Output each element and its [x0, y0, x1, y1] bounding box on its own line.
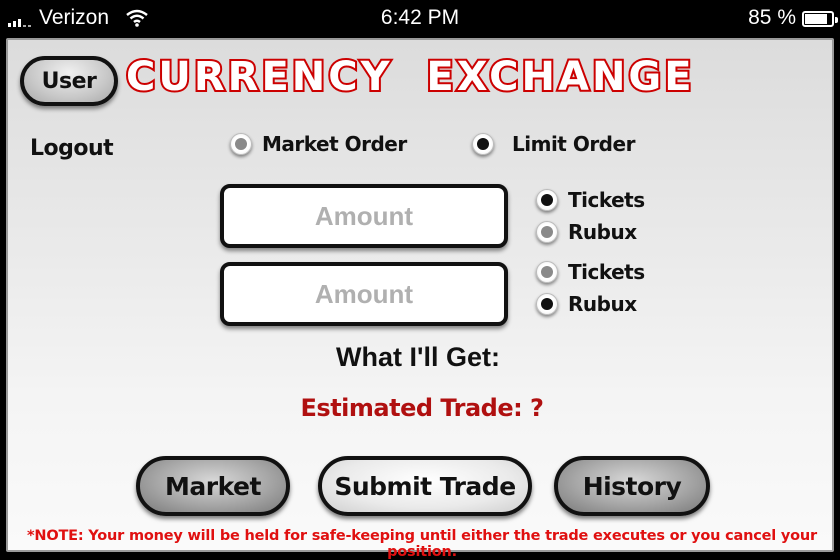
logout-link[interactable]: Logout	[30, 136, 114, 161]
submit-trade-button[interactable]: Submit Trade	[318, 456, 532, 516]
input-1-currency-tickets[interactable]: Tickets	[536, 188, 645, 212]
status-right: 85 %	[748, 6, 838, 30]
amount-input-1[interactable]	[224, 188, 504, 244]
amount-input-1-box[interactable]	[220, 184, 508, 248]
input-2-currency-tickets[interactable]: Tickets	[536, 260, 645, 284]
status-time: 6:42 PM	[380, 6, 460, 29]
input-2-rubux-radio[interactable]	[536, 293, 558, 315]
input-1-currency-rubux[interactable]: Rubux	[536, 220, 637, 244]
market-button[interactable]: Market	[136, 456, 290, 516]
input-2-rubux-label: Rubux	[568, 292, 637, 316]
input-1-tickets-radio[interactable]	[536, 189, 558, 211]
battery-nub	[835, 17, 838, 23]
amount-input-2[interactable]	[224, 266, 504, 322]
input-1-rubux-radio[interactable]	[536, 221, 558, 243]
input-2-currency-rubux[interactable]: Rubux	[536, 292, 637, 316]
market-order-label: Market Order	[262, 132, 407, 156]
battery-icon	[802, 11, 838, 27]
estimated-trade: Estimated Trade: ?	[300, 394, 544, 422]
status-bar: Verizon 6:42 PM 85 %	[0, 0, 840, 38]
what-ill-get-heading: What I'll Get:	[336, 342, 500, 372]
order-type-market[interactable]: Market Order	[230, 132, 407, 156]
input-1-tickets-label: Tickets	[568, 188, 645, 212]
amount-input-2-box[interactable]	[220, 262, 508, 326]
history-button[interactable]: History	[554, 456, 710, 516]
input-2-tickets-label: Tickets	[568, 260, 645, 284]
limit-order-label: Limit Order	[512, 132, 635, 156]
order-type-limit[interactable]: Limit Order	[472, 132, 635, 156]
input-2-tickets-radio[interactable]	[536, 261, 558, 283]
app-title: CURRENCY EXCHANGE	[124, 52, 695, 102]
battery-percent: 85 %	[748, 6, 796, 29]
input-1-rubux-label: Rubux	[568, 220, 637, 244]
market-order-radio[interactable]	[230, 133, 252, 155]
battery-fill	[805, 14, 828, 24]
limit-order-radio[interactable]	[472, 133, 494, 155]
user-button[interactable]: User	[20, 56, 118, 106]
safekeeping-note: *NOTE: Your money will be held for safe-…	[27, 528, 817, 560]
currency-exchange-screen: User CURRENCY EXCHANGE Logout Market Ord…	[6, 38, 834, 560]
